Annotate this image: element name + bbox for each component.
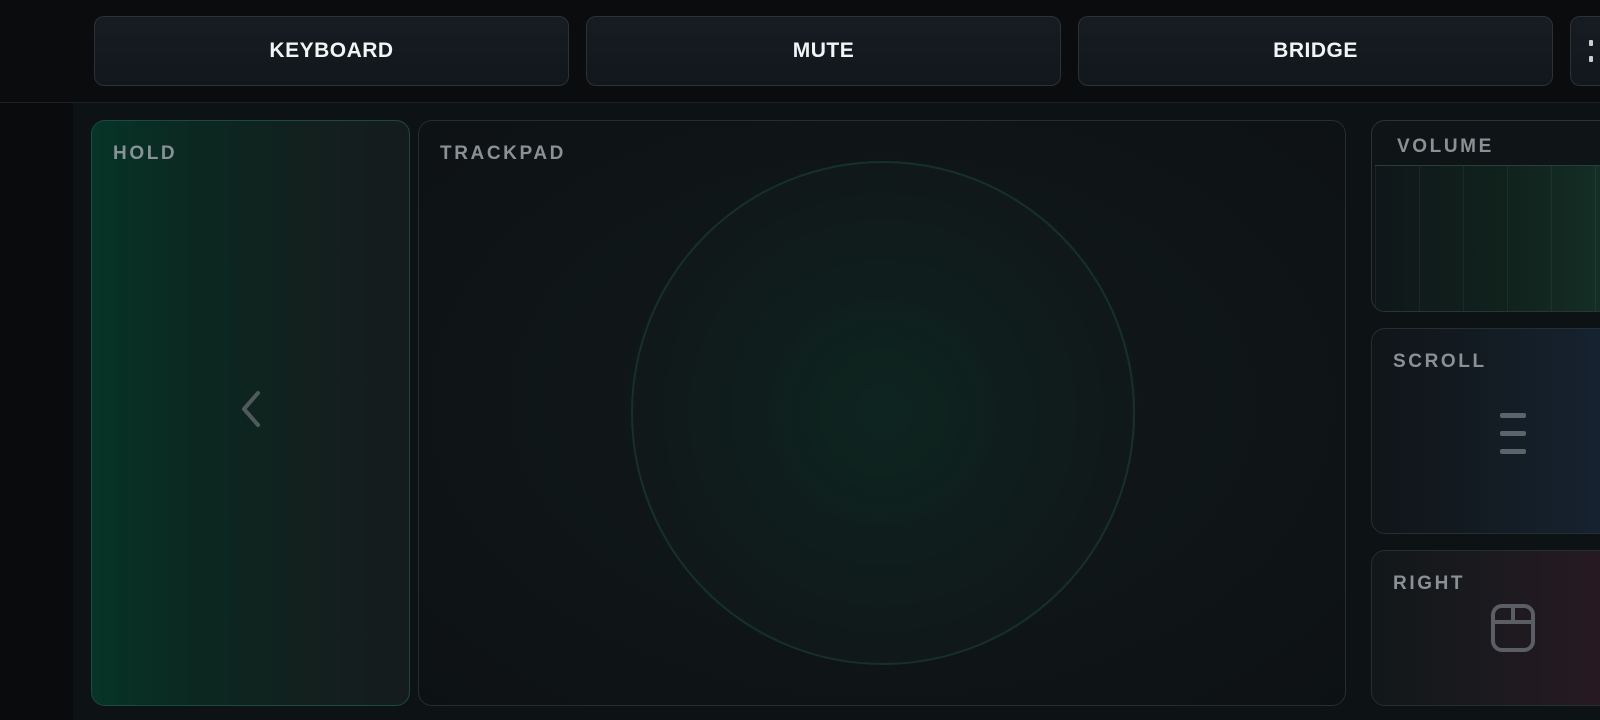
volume-panel: VOLUME [1371,120,1600,312]
trackpad-circle[interactable] [631,161,1135,665]
mouse-icon [1491,604,1535,652]
chevron-left-icon [242,391,260,427]
volume-label: VOLUME [1397,136,1494,157]
scroll-lines-icon [1500,413,1526,455]
mute-button[interactable]: MUTE [586,16,1061,86]
overflow-toolbar-button[interactable] [1570,16,1600,86]
trackpad-panel[interactable]: TRACKPAD [418,120,1346,706]
overflow-icon [1589,40,1593,62]
top-toolbar: KEYBOARD MUTE BRIDGE [0,0,1600,103]
remote-control-app: KEYBOARD MUTE BRIDGE HOLD TRACKPAD VOLUM… [0,0,1600,720]
hold-panel[interactable]: HOLD [91,120,410,706]
hold-label: HOLD [113,143,178,164]
bridge-button[interactable]: BRIDGE [1078,16,1553,86]
trackpad-label: TRACKPAD [440,143,566,164]
right-label: RIGHT [1393,573,1466,594]
control-surface: HOLD TRACKPAD VOLUME SCROLL RIGHT [73,103,1600,720]
scroll-label: SCROLL [1393,351,1487,372]
volume-slider[interactable] [1375,165,1600,311]
keyboard-button[interactable]: KEYBOARD [94,16,569,86]
right-click-panel[interactable]: RIGHT [1371,550,1600,706]
scroll-panel[interactable]: SCROLL [1371,328,1600,534]
